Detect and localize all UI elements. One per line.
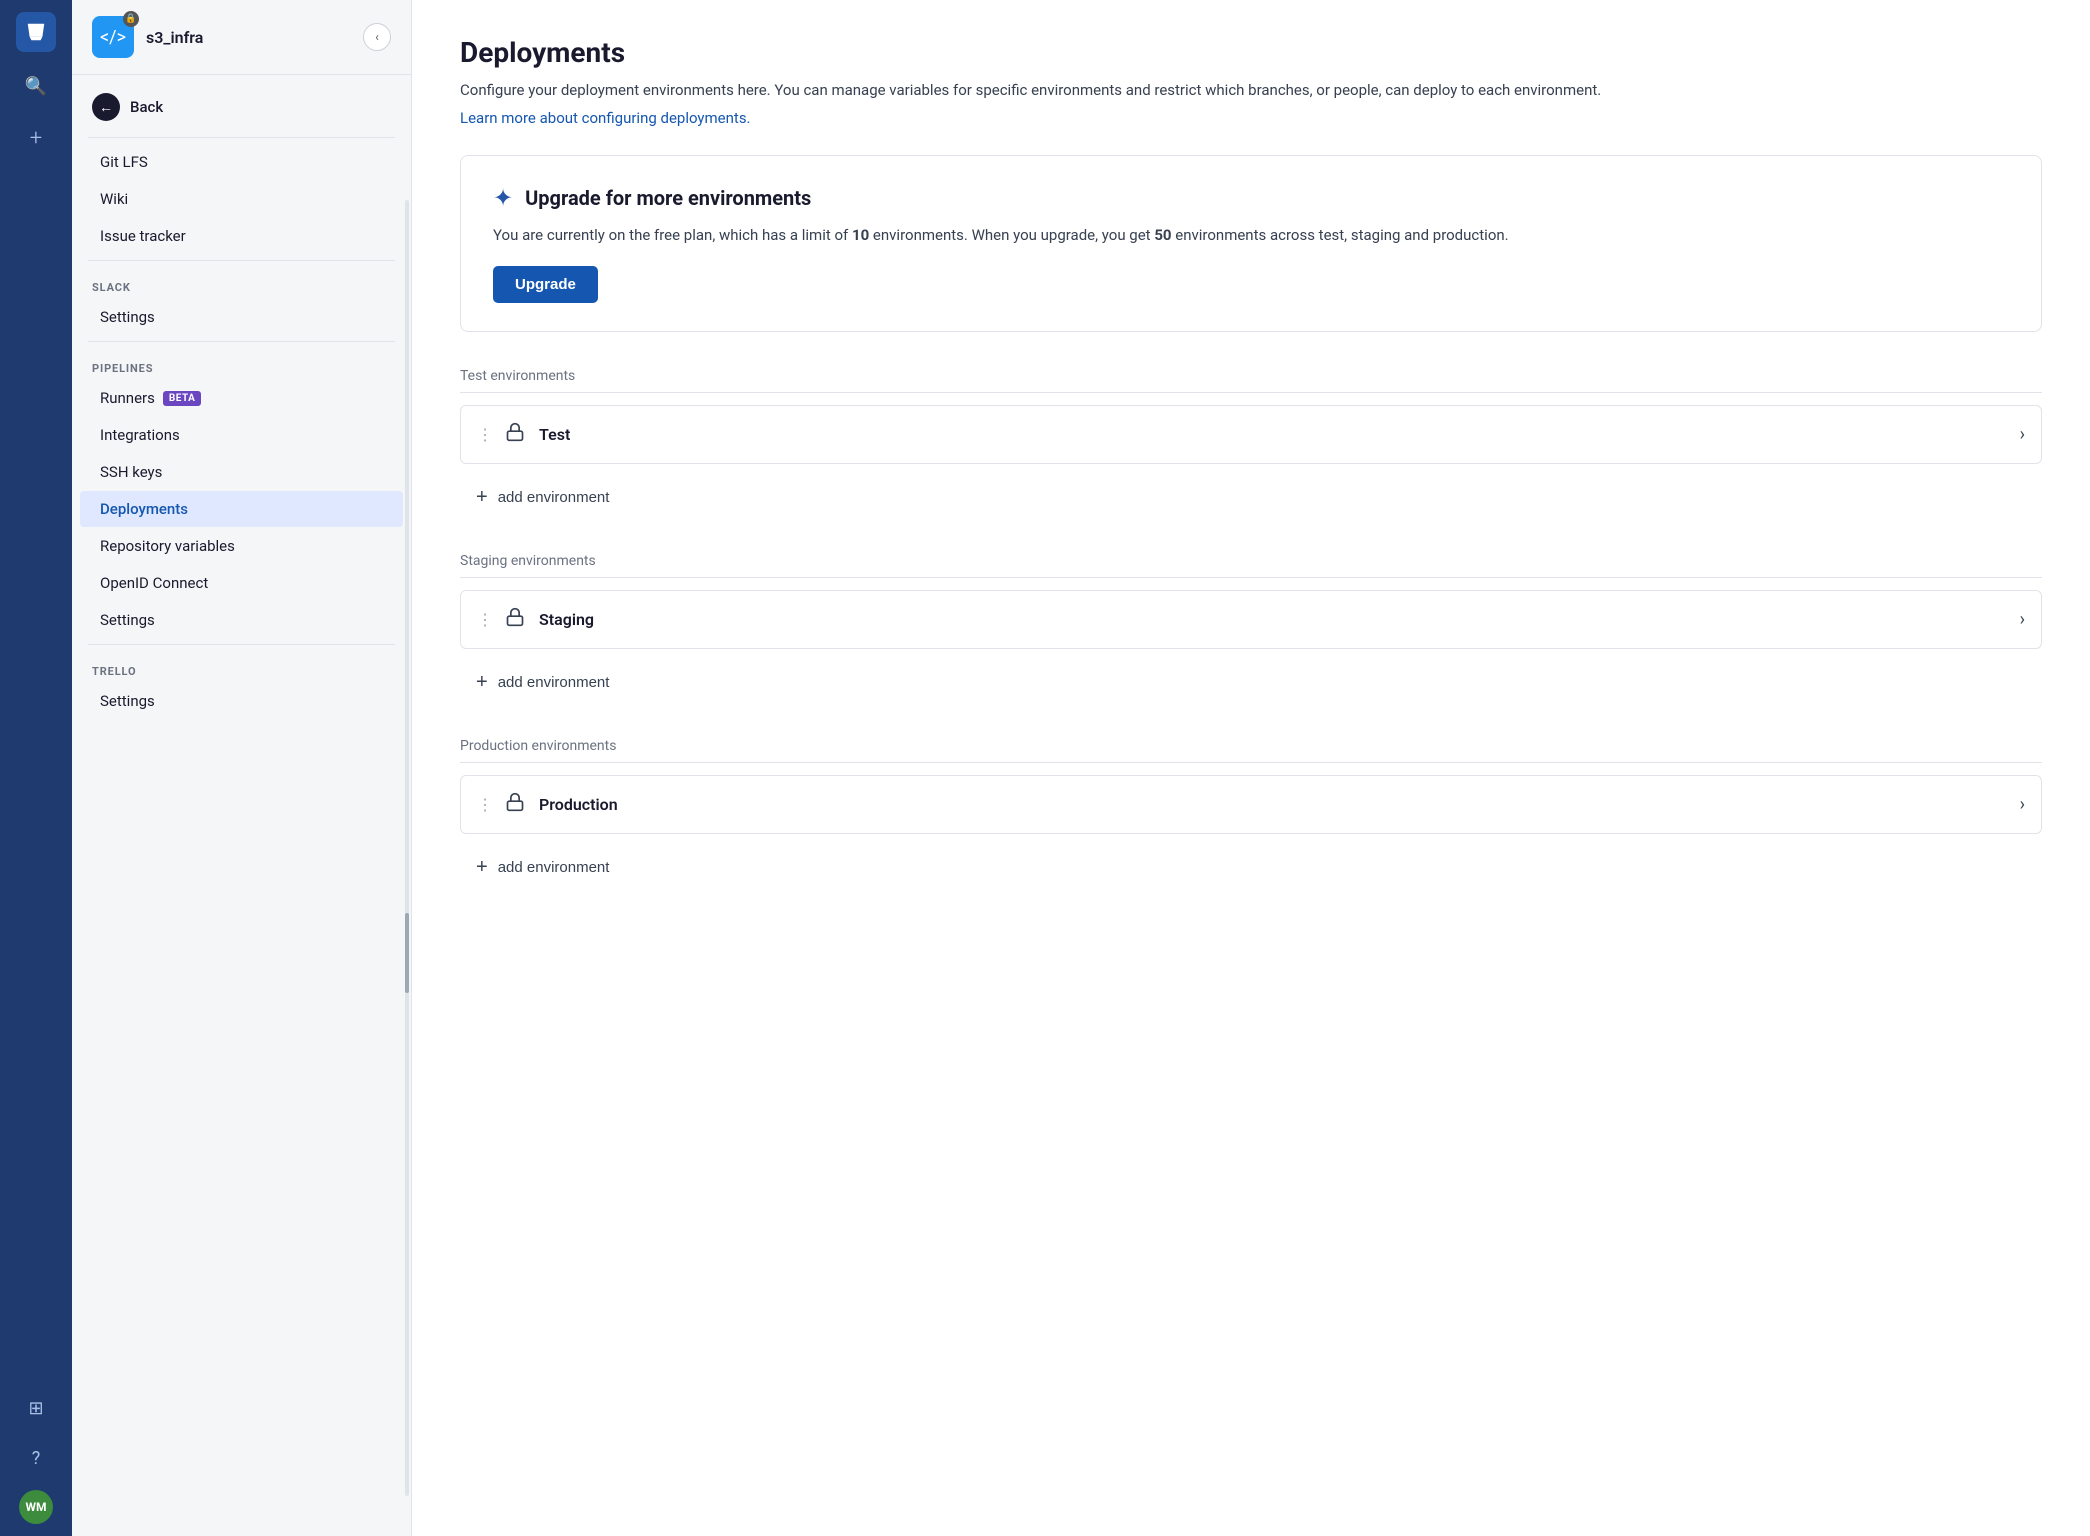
sidebar-item-integrations[interactable]: Integrations: [80, 417, 403, 453]
sidebar-item-deployments[interactable]: Deployments: [80, 491, 403, 527]
section-label-trello: TRELLO: [72, 651, 411, 682]
test-environments-title: Test environments: [460, 368, 2042, 393]
sidebar-item-trello-settings[interactable]: Settings: [80, 683, 403, 719]
repo-icon: </> 🔒: [92, 16, 134, 58]
page-description: Configure your deployment environments h…: [460, 79, 2042, 102]
back-arrow-icon: ←: [92, 93, 120, 121]
staging-environments-title: Staging environments: [460, 553, 2042, 578]
chevron-right-icon: ›: [2020, 424, 2025, 445]
sidebar-nav: ← Back Git LFS Wiki Issue tracker SLACK …: [72, 75, 411, 1536]
back-button[interactable]: ← Back: [72, 83, 411, 131]
section-label-slack: SLACK: [72, 267, 411, 298]
upgrade-banner-description: You are currently on the free plan, whic…: [493, 224, 2009, 247]
sidebar-item-openid-connect[interactable]: OpenID Connect: [80, 565, 403, 601]
sidebar-item-issue-tracker[interactable]: Issue tracker: [80, 218, 403, 254]
add-circle-icon: +: [476, 486, 488, 509]
scrollbar-thumb[interactable]: [405, 913, 409, 993]
production-env-name: Production: [539, 795, 2020, 814]
main-content: Deployments Configure your deployment en…: [412, 0, 2090, 1536]
sidebar-item-repo-variables[interactable]: Repository variables: [80, 528, 403, 564]
drag-handle-icon: ⋮: [477, 425, 493, 444]
divider-pipelines: [88, 341, 395, 342]
upgrade-banner: ✦ Upgrade for more environments You are …: [460, 155, 2042, 333]
sidebar-item-ssh-keys[interactable]: SSH keys: [80, 454, 403, 490]
learn-more-link[interactable]: Learn more about configuring deployments…: [460, 109, 751, 127]
beta-badge: BETA: [163, 391, 202, 406]
bitbucket-logo[interactable]: [16, 12, 56, 52]
env-lock-icon: [505, 792, 525, 817]
staging-environments-section: Staging environments ⋮ Staging › + add e…: [460, 553, 2042, 706]
apps-grid-icon[interactable]: ⊞: [18, 1390, 54, 1426]
add-production-environment-button[interactable]: + add environment: [460, 844, 625, 891]
env-lock-icon: [505, 422, 525, 447]
section-label-pipelines: PIPELINES: [72, 348, 411, 379]
sidebar: </> 🔒 s3_infra ‹ ← Back Git LFS Wiki Iss…: [72, 0, 412, 1536]
chevron-right-icon: ›: [2020, 609, 2025, 630]
drag-handle-icon: ⋮: [477, 610, 493, 629]
scrollbar-track: [405, 200, 409, 1496]
staging-env-name: Staging: [539, 610, 2020, 629]
production-environment-item[interactable]: ⋮ Production ›: [460, 775, 2042, 834]
create-icon[interactable]: +: [18, 120, 54, 156]
chevron-right-icon: ›: [2020, 794, 2025, 815]
test-environment-item[interactable]: ⋮ Test ›: [460, 405, 2042, 464]
staging-environment-item[interactable]: ⋮ Staging ›: [460, 590, 2042, 649]
divider-trello: [88, 644, 395, 645]
global-nav: 🔍 + ⊞ ? WM: [0, 0, 72, 1536]
sidebar-item-runners[interactable]: Runners BETA: [80, 380, 403, 416]
sidebar-item-wiki[interactable]: Wiki: [80, 181, 403, 217]
help-icon[interactable]: ?: [18, 1440, 54, 1476]
upgrade-banner-title: Upgrade for more environments: [525, 186, 811, 210]
search-icon[interactable]: 🔍: [18, 68, 54, 104]
sidebar-item-git-lfs[interactable]: Git LFS: [80, 144, 403, 180]
upgrade-banner-header: ✦ Upgrade for more environments: [493, 184, 2009, 212]
test-environments-section: Test environments ⋮ Test › + add environ…: [460, 368, 2042, 521]
add-staging-environment-button[interactable]: + add environment: [460, 659, 625, 706]
upgrade-star-icon: ✦: [493, 184, 513, 212]
add-test-environment-button[interactable]: + add environment: [460, 474, 625, 521]
divider-top: [88, 137, 395, 138]
user-avatar[interactable]: WM: [19, 1490, 53, 1524]
page-title: Deployments: [460, 36, 2042, 69]
repo-lock-icon: 🔒: [123, 11, 139, 27]
sidebar-collapse-button[interactable]: ‹: [363, 23, 391, 51]
sidebar-header: </> 🔒 s3_infra ‹: [72, 0, 411, 75]
sidebar-item-pipelines-settings[interactable]: Settings: [80, 602, 403, 638]
production-environments-title: Production environments: [460, 738, 2042, 763]
test-env-name: Test: [539, 425, 2020, 444]
add-circle-icon: +: [476, 856, 488, 879]
sidebar-item-slack-settings[interactable]: Settings: [80, 299, 403, 335]
repo-name: s3_infra: [146, 28, 203, 47]
divider-slack: [88, 260, 395, 261]
add-circle-icon: +: [476, 671, 488, 694]
env-lock-icon: [505, 607, 525, 632]
drag-handle-icon: ⋮: [477, 795, 493, 814]
upgrade-button[interactable]: Upgrade: [493, 266, 598, 303]
production-environments-section: Production environments ⋮ Production › +…: [460, 738, 2042, 891]
